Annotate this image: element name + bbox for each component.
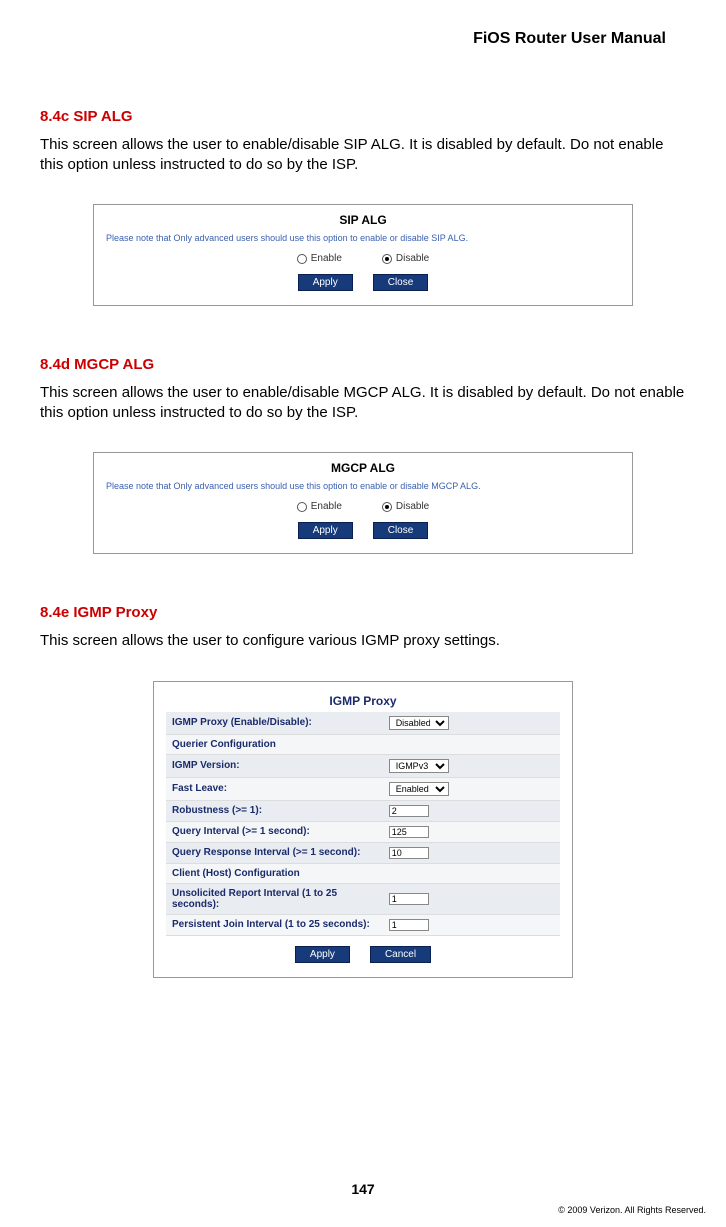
apply-button[interactable]: Apply xyxy=(298,522,353,539)
row-value: IGMPv3 xyxy=(383,754,560,777)
row-value xyxy=(383,914,560,935)
heading-sip-alg: 8.4c SIP ALG xyxy=(40,108,686,125)
row-value xyxy=(383,883,560,914)
query-interval-input[interactable] xyxy=(389,826,429,838)
radio-icon xyxy=(382,254,392,264)
cancel-button[interactable]: Cancel xyxy=(370,946,431,963)
page-header-title: FiOS Router User Manual xyxy=(40,30,686,48)
radio-icon xyxy=(382,502,392,512)
body-igmp-proxy: This screen allows the user to configure… xyxy=(40,631,686,651)
row-label: Unsolicited Report Interval (1 to 25 sec… xyxy=(166,883,383,914)
row-label: Query Response Interval (>= 1 second): xyxy=(166,842,383,863)
table-row: Querier Configuration xyxy=(166,734,560,754)
row-label: IGMP Proxy (Enable/Disable): xyxy=(166,712,383,735)
row-value: Enabled xyxy=(383,777,560,800)
row-header: Querier Configuration xyxy=(166,734,560,754)
table-row: Robustness (>= 1): xyxy=(166,800,560,821)
radio-label: Enable xyxy=(311,253,342,264)
body-sip-alg: This screen allows the user to enable/di… xyxy=(40,135,686,174)
row-value: Disabled xyxy=(383,712,560,735)
close-button[interactable]: Close xyxy=(373,522,429,539)
row-value xyxy=(383,842,560,863)
row-label: Robustness (>= 1): xyxy=(166,800,383,821)
row-label: Persistent Join Interval (1 to 25 second… xyxy=(166,914,383,935)
radio-icon xyxy=(297,502,307,512)
table-row: Persistent Join Interval (1 to 25 second… xyxy=(166,914,560,935)
panel-title-igmp: IGMP Proxy xyxy=(166,690,560,712)
radio-label: Disable xyxy=(396,253,429,264)
table-row: IGMP Proxy (Enable/Disable): Disabled xyxy=(166,712,560,735)
row-header: Client (Host) Configuration xyxy=(166,863,560,883)
heading-mgcp-alg: 8.4d MGCP ALG xyxy=(40,356,686,373)
page-number: 147 xyxy=(0,1181,726,1197)
panel-note-mgcp: Please note that Only advanced users sho… xyxy=(106,481,620,491)
table-row: Query Interval (>= 1 second): xyxy=(166,821,560,842)
unsolicited-report-input[interactable] xyxy=(389,893,429,905)
radio-sip-enable[interactable]: Enable xyxy=(297,253,342,264)
radio-label: Enable xyxy=(311,501,342,512)
row-label: IGMP Version: xyxy=(166,754,383,777)
panel-note-sip: Please note that Only advanced users sho… xyxy=(106,233,620,243)
panel-title-sip: SIP ALG xyxy=(106,213,620,227)
heading-igmp-proxy: 8.4e IGMP Proxy xyxy=(40,604,686,621)
table-row: IGMP Version: IGMPv3 xyxy=(166,754,560,777)
table-row: Query Response Interval (>= 1 second): xyxy=(166,842,560,863)
copyright-text: © 2009 Verizon. All Rights Reserved. xyxy=(558,1205,706,1215)
radio-sip-disable[interactable]: Disable xyxy=(382,253,429,264)
row-value xyxy=(383,821,560,842)
fast-leave-select[interactable]: Enabled xyxy=(389,782,449,796)
body-mgcp-alg: This screen allows the user to enable/di… xyxy=(40,383,686,422)
query-response-input[interactable] xyxy=(389,847,429,859)
apply-button[interactable]: Apply xyxy=(298,274,353,291)
row-value xyxy=(383,800,560,821)
table-row: Fast Leave: Enabled xyxy=(166,777,560,800)
persistent-join-input[interactable] xyxy=(389,919,429,931)
igmp-proxy-select[interactable]: Disabled xyxy=(389,716,449,730)
radio-label: Disable xyxy=(396,501,429,512)
apply-button[interactable]: Apply xyxy=(295,946,350,963)
radio-icon xyxy=(297,254,307,264)
row-label: Fast Leave: xyxy=(166,777,383,800)
table-row: Unsolicited Report Interval (1 to 25 sec… xyxy=(166,883,560,914)
igmp-settings-table: IGMP Proxy (Enable/Disable): Disabled Qu… xyxy=(166,712,560,936)
panel-mgcp-alg: MGCP ALG Please note that Only advanced … xyxy=(93,452,633,554)
panel-title-mgcp: MGCP ALG xyxy=(106,461,620,475)
panel-sip-alg: SIP ALG Please note that Only advanced u… xyxy=(93,204,633,306)
panel-igmp-proxy: IGMP Proxy IGMP Proxy (Enable/Disable): … xyxy=(153,681,573,978)
row-label: Query Interval (>= 1 second): xyxy=(166,821,383,842)
igmp-version-select[interactable]: IGMPv3 xyxy=(389,759,449,773)
table-row: Client (Host) Configuration xyxy=(166,863,560,883)
radio-mgcp-enable[interactable]: Enable xyxy=(297,501,342,512)
close-button[interactable]: Close xyxy=(373,274,429,291)
radio-mgcp-disable[interactable]: Disable xyxy=(382,501,429,512)
robustness-input[interactable] xyxy=(389,805,429,817)
